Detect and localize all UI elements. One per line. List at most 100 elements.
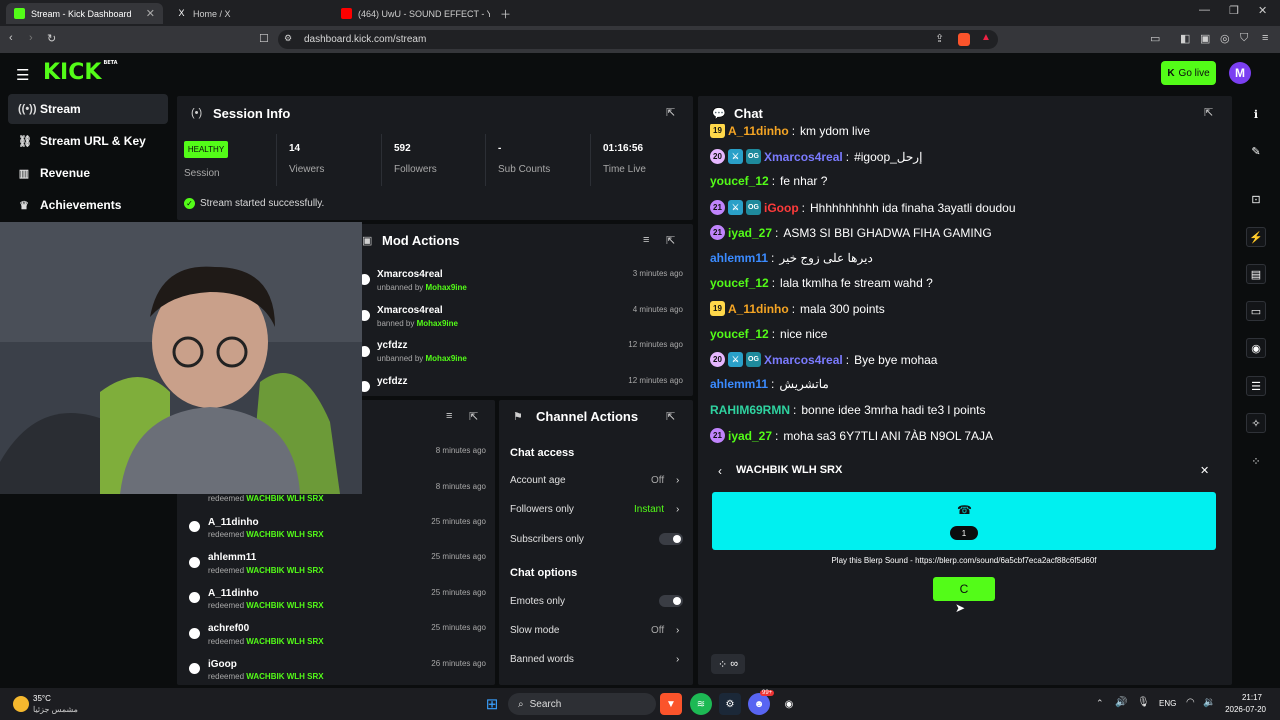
go-live-button[interactable]: K Go live xyxy=(1161,61,1216,85)
tray-overflow-icon[interactable]: ⌃ xyxy=(1096,698,1104,709)
menu-icon[interactable]: ≡ xyxy=(1262,32,1268,44)
reward-approve-button[interactable]: C xyxy=(933,577,995,601)
popout-icon[interactable]: ⇱ xyxy=(666,234,675,247)
kick-logo[interactable]: KICK BETA xyxy=(43,60,118,85)
chat-settings-button[interactable]: ⁘ ∞ xyxy=(711,654,745,674)
sub-badge-21-icon[interactable]: 21 xyxy=(710,225,725,240)
chevron-right-icon[interactable]: › xyxy=(676,504,679,515)
lightning-icon[interactable]: ⚡ xyxy=(1246,227,1266,247)
sub-badge-21-icon[interactable]: 21 xyxy=(710,200,725,215)
sub-badge-19-icon[interactable]: 19 xyxy=(710,124,725,138)
wrench-icon[interactable]: ✧ xyxy=(1246,413,1266,433)
chevron-right-icon[interactable]: › xyxy=(676,625,679,636)
moderator-sword-icon[interactable]: ⚔ xyxy=(728,200,743,215)
og-badge-icon[interactable]: OG xyxy=(746,200,761,215)
chat-username[interactable]: ahlemm11 xyxy=(710,377,768,391)
account-age-label[interactable]: Account age xyxy=(510,475,566,486)
wallet-icon[interactable]: ▣ xyxy=(1200,32,1210,45)
vpn-icon[interactable]: ◎ xyxy=(1220,32,1230,45)
reload-icon[interactable]: ↻ xyxy=(47,32,56,45)
sub-badge-19-icon[interactable]: 19 xyxy=(710,301,725,316)
chat-username[interactable]: Xmarcos4real xyxy=(764,150,843,164)
browser-tab-youtube[interactable]: (464) UwU - SOUND EFFECT - YouTub xyxy=(333,3,498,24)
screen-capture-icon[interactable]: ⊡ xyxy=(1246,189,1266,209)
og-badge-icon[interactable]: OG xyxy=(746,352,761,367)
sidebar-toggle-icon[interactable]: ◧ xyxy=(1180,32,1190,45)
mod-action-user[interactable]: ycfdzz xyxy=(377,376,408,387)
chat-username[interactable]: RAHIM69RMN xyxy=(710,403,790,417)
brave-app-icon[interactable]: ▼ xyxy=(660,693,682,715)
share-icon[interactable]: ⇪ xyxy=(935,32,944,45)
cast-icon[interactable]: ▭ xyxy=(1150,32,1160,45)
chevron-right-icon[interactable]: › xyxy=(676,475,679,486)
chat-username[interactable]: Xmarcos4real xyxy=(764,353,843,367)
popout-icon[interactable]: ⇱ xyxy=(666,106,675,119)
sidebar-item-stream-url-key[interactable]: ⛓ Stream URL & Key xyxy=(8,126,168,156)
forward-icon[interactable]: › xyxy=(29,32,33,44)
pencil-icon[interactable]: ✎ xyxy=(1246,141,1266,161)
moderator-sword-icon[interactable]: ⚔ xyxy=(728,352,743,367)
user-avatar[interactable]: M xyxy=(1229,62,1251,84)
clock-time[interactable]: 21:17 xyxy=(1220,693,1262,702)
clock-date[interactable]: 2026-07-20 xyxy=(1222,705,1266,714)
volume-icon[interactable]: 🔉 xyxy=(1203,697,1215,708)
chat-username[interactable]: iyad_27 xyxy=(728,429,772,443)
subscribers-only-toggle[interactable] xyxy=(659,533,683,545)
emotes-only-toggle[interactable] xyxy=(659,595,683,607)
popout-icon[interactable]: ⇱ xyxy=(1204,106,1213,119)
storage-icon[interactable]: ☰ xyxy=(1246,376,1266,396)
sidebar-item-revenue[interactable]: ▥ Revenue xyxy=(8,158,168,188)
speaker-icon[interactable]: 🔊 xyxy=(1115,697,1127,708)
moderator-name[interactable]: Mohax9ine xyxy=(426,354,467,363)
sub-badge-20-icon[interactable]: 20 xyxy=(710,149,725,164)
popout-icon[interactable]: ⇱ xyxy=(469,410,478,423)
browser-tab-kick[interactable]: Stream - Kick Dashboard ✕ xyxy=(6,3,163,24)
brave-shields-icon[interactable] xyxy=(958,33,970,46)
og-badge-icon[interactable]: OG xyxy=(746,149,761,164)
minimize-icon[interactable]: — xyxy=(1199,4,1210,16)
chat-username[interactable]: youcef_12 xyxy=(710,276,769,290)
spotify-app-icon[interactable]: ≋ xyxy=(690,693,712,715)
microphone-icon[interactable]: 🎙 xyxy=(1137,697,1150,708)
sidebar-item-achievements[interactable]: ♛ Achievements xyxy=(8,190,168,220)
chat-username[interactable]: youcef_12 xyxy=(710,327,769,341)
redemption-user[interactable]: achref00 xyxy=(208,623,249,634)
moderator-name[interactable]: Mohax9ine xyxy=(426,283,467,292)
site-info-icon[interactable]: ⚙ xyxy=(284,33,292,44)
discord-app-icon[interactable]: ☻ xyxy=(748,693,770,715)
close-tab-icon[interactable]: ✕ xyxy=(146,7,155,20)
moderator-sword-icon[interactable]: ⚔ xyxy=(728,149,743,164)
document-icon[interactable]: ▤ xyxy=(1246,264,1266,284)
filter-icon[interactable]: ≡ xyxy=(643,234,649,246)
popout-icon[interactable]: ⇱ xyxy=(666,410,675,423)
language-indicator[interactable]: ENG xyxy=(1159,699,1176,708)
hamburger-icon[interactable]: ☰ xyxy=(16,66,29,84)
mod-action-user[interactable]: ycfdzz xyxy=(377,340,408,351)
chat-icon[interactable]: ▭ xyxy=(1246,301,1266,321)
chat-username[interactable]: iGoop xyxy=(764,201,799,215)
close-icon[interactable]: ✕ xyxy=(1200,464,1209,477)
shield-icon[interactable]: ⛉ xyxy=(1240,32,1248,45)
weather-icon[interactable] xyxy=(13,696,29,712)
redemption-user[interactable]: iGoop xyxy=(208,659,237,670)
broadcast-icon[interactable]: ◉ xyxy=(1246,338,1266,358)
address-bar[interactable]: dashboard.kick.com/stream xyxy=(278,30,998,49)
redemption-user[interactable]: A_11dinho xyxy=(208,517,259,528)
chat-username[interactable]: ahlemm11 xyxy=(710,251,768,265)
windows-start-icon[interactable]: ⊞ xyxy=(481,693,503,715)
banned-words-label[interactable]: Banned words xyxy=(510,654,574,665)
steam-app-icon[interactable]: ⚙ xyxy=(719,693,741,715)
chevron-right-icon[interactable]: › xyxy=(676,654,679,665)
mod-action-user[interactable]: Xmarcos4real xyxy=(377,269,443,280)
followers-only-label[interactable]: Followers only xyxy=(510,504,574,515)
sidebar-item-stream[interactable]: ((•)) Stream xyxy=(8,94,168,124)
chat-username[interactable]: iyad_27 xyxy=(728,226,772,240)
apps-icon[interactable]: ⁘ xyxy=(1246,451,1266,471)
maximize-icon[interactable]: ❐ xyxy=(1229,4,1239,17)
chat-username[interactable]: A_11dinho xyxy=(728,124,789,138)
chat-username[interactable]: A_11dinho xyxy=(728,302,789,316)
back-arrow-icon[interactable]: ‹ xyxy=(718,464,722,478)
wifi-icon[interactable]: ◠ xyxy=(1186,697,1195,708)
sub-badge-20-icon[interactable]: 20 xyxy=(710,352,725,367)
mod-action-user[interactable]: Xmarcos4real xyxy=(377,305,443,316)
